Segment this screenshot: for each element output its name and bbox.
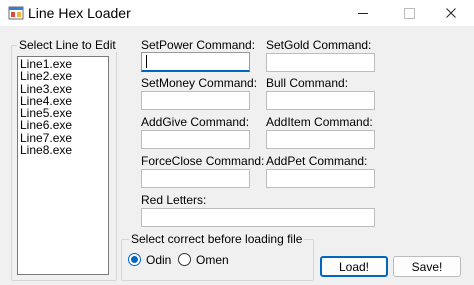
setpower-input[interactable] bbox=[142, 53, 249, 70]
redletters-label: Red Letters: bbox=[141, 193, 207, 207]
close-button[interactable] bbox=[428, 0, 474, 26]
setmoney-label: SetMoney Command: bbox=[141, 76, 258, 90]
additem-label: AddItem Command: bbox=[266, 115, 373, 129]
omen-radio[interactable] bbox=[178, 253, 191, 266]
minimize-icon bbox=[358, 12, 368, 14]
bull-input[interactable] bbox=[267, 92, 374, 109]
app-window: Line Hex Loader Select Line to Edit Line… bbox=[0, 0, 474, 285]
text-caret bbox=[146, 55, 147, 68]
forceclose-input[interactable] bbox=[142, 170, 249, 187]
title-bar[interactable]: Line Hex Loader bbox=[0, 0, 474, 26]
odin-label[interactable]: Odin bbox=[146, 253, 171, 267]
addpet-label: AddPet Command: bbox=[266, 154, 368, 168]
addpet-field[interactable] bbox=[266, 169, 375, 188]
bull-field[interactable] bbox=[266, 91, 375, 110]
file-type-legend: Select correct before loading file bbox=[129, 232, 305, 246]
bull-label: Bull Command: bbox=[266, 76, 349, 90]
omen-label[interactable]: Omen bbox=[196, 253, 229, 267]
setpower-label: SetPower Command: bbox=[141, 38, 256, 52]
maximize-button[interactable] bbox=[386, 0, 432, 26]
save-button[interactable]: Save! bbox=[393, 256, 461, 277]
addgive-label: AddGive Command: bbox=[141, 115, 250, 129]
list-item[interactable]: Line2.exe bbox=[20, 70, 106, 83]
forceclose-field[interactable] bbox=[141, 169, 250, 188]
redletters-field[interactable] bbox=[141, 208, 375, 227]
setgold-field[interactable] bbox=[266, 53, 375, 72]
setpower-field[interactable] bbox=[141, 52, 250, 72]
forceclose-label: ForceClose Command: bbox=[141, 154, 265, 168]
load-button[interactable]: Load! bbox=[320, 256, 388, 277]
close-icon bbox=[446, 8, 456, 18]
additem-field[interactable] bbox=[266, 130, 375, 149]
app-icon bbox=[8, 6, 24, 20]
setmoney-field[interactable] bbox=[141, 91, 250, 110]
window-title: Line Hex Loader bbox=[28, 5, 131, 21]
line-listbox[interactable]: Line1.exe Line2.exe Line3.exe Line4.exe … bbox=[17, 56, 109, 275]
odin-radio[interactable] bbox=[128, 253, 141, 266]
list-item[interactable]: Line8.exe bbox=[20, 144, 106, 157]
addgive-field[interactable] bbox=[141, 130, 250, 149]
line-select-legend: Select Line to Edit bbox=[17, 38, 118, 52]
redletters-input[interactable] bbox=[142, 209, 374, 226]
minimize-button[interactable] bbox=[340, 0, 386, 26]
addpet-input[interactable] bbox=[267, 170, 374, 187]
setgold-label: SetGold Command: bbox=[266, 38, 372, 52]
addgive-input[interactable] bbox=[142, 131, 249, 148]
list-item[interactable]: Line6.exe bbox=[20, 119, 106, 132]
setmoney-input[interactable] bbox=[142, 92, 249, 109]
maximize-icon bbox=[403, 7, 415, 19]
setgold-input[interactable] bbox=[267, 54, 374, 71]
additem-input[interactable] bbox=[267, 131, 374, 148]
